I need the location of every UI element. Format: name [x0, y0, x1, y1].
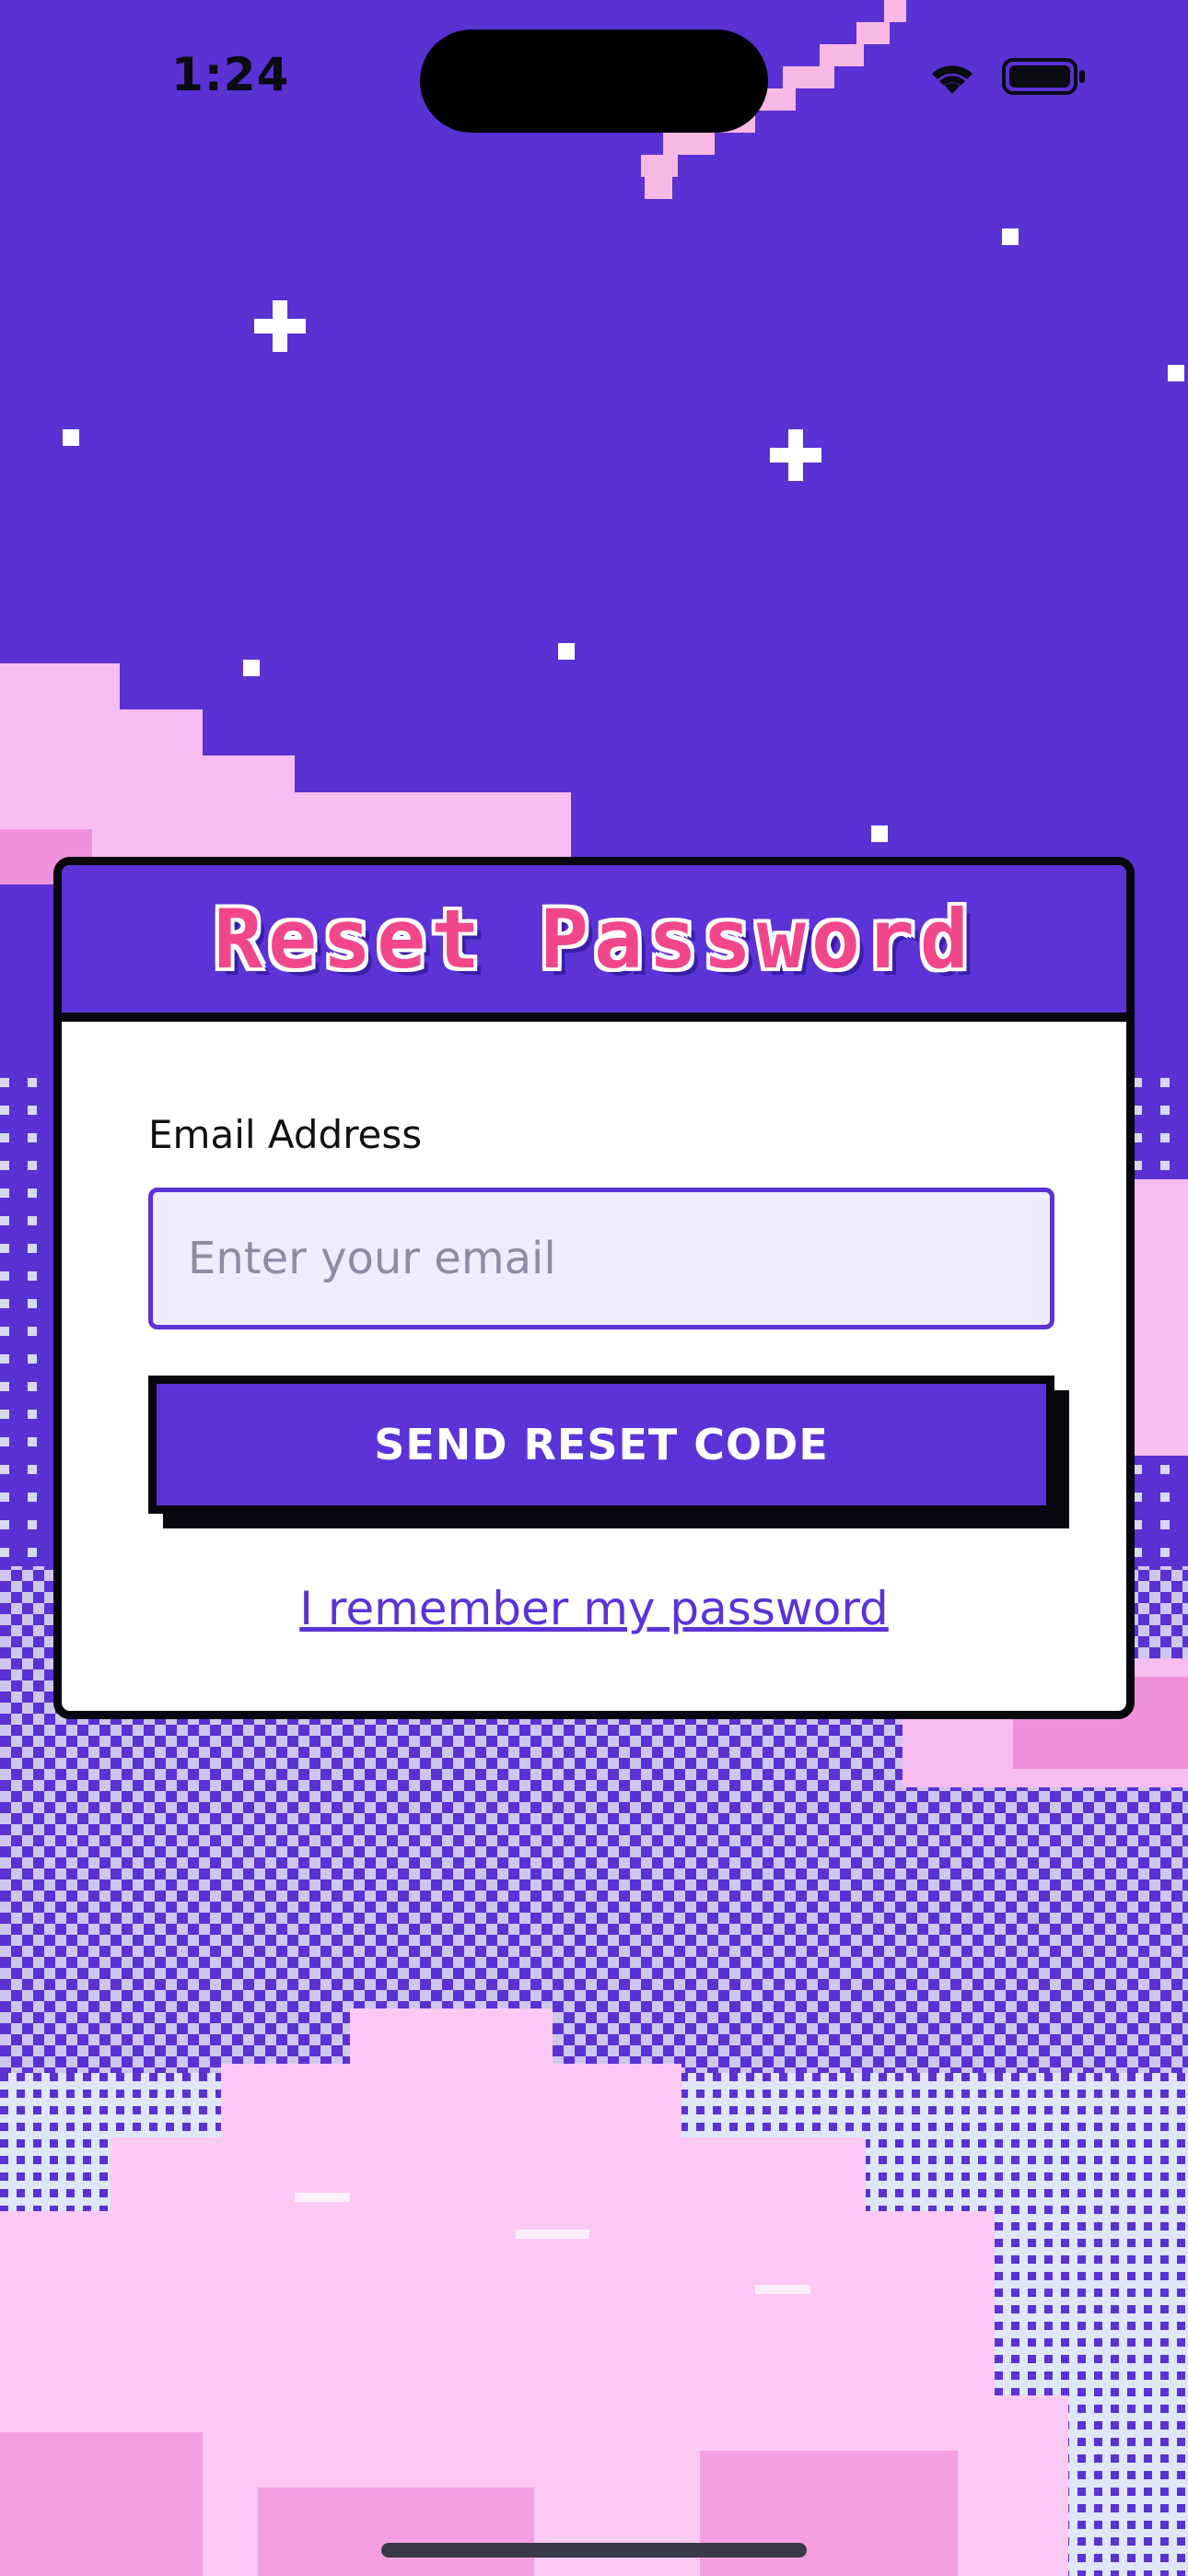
status-icons — [926, 57, 1087, 96]
reset-password-card: Reset Password Email Address SEND RESET … — [53, 857, 1135, 1719]
remember-password-link[interactable]: I remember my password — [62, 1582, 1126, 1635]
battery-icon — [1002, 58, 1085, 95]
card-header: Reset Password — [62, 865, 1126, 1022]
send-reset-code-button[interactable]: SEND RESET CODE — [148, 1376, 1054, 1514]
home-indicator[interactable] — [381, 2543, 807, 2558]
dynamic-island — [420, 29, 768, 133]
page-title: Reset Password — [214, 891, 974, 987]
email-field[interactable] — [148, 1188, 1054, 1329]
status-time: 1:24 — [171, 48, 290, 101]
wifi-icon — [932, 65, 973, 94]
email-label: Email Address — [148, 1112, 423, 1157]
